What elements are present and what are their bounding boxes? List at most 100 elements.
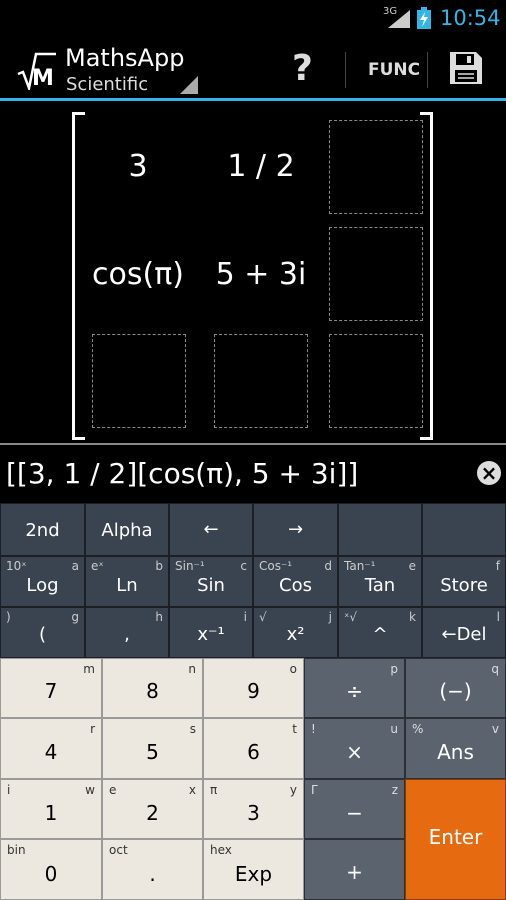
key-shift-label: )	[6, 610, 11, 624]
arrow-left-icon: ←	[203, 519, 219, 540]
key-alpha-label: a	[71, 559, 79, 573]
key-alpha-label: k	[409, 610, 416, 624]
key-7[interactable]: m 7	[0, 658, 102, 718]
key-blank-2[interactable]	[422, 503, 506, 556]
matrix-cell-r2c1[interactable]: cos(π)	[86, 228, 190, 320]
key-divide[interactable]: p ÷	[304, 658, 405, 718]
key-alpha-label: m	[83, 662, 95, 676]
app-title[interactable]: MathsApp	[65, 44, 184, 72]
arrow-right-icon: →	[287, 519, 304, 540]
key-label: 8	[146, 679, 159, 703]
app-logo-icon: M	[17, 52, 56, 90]
key-alpha-label: g	[71, 610, 79, 624]
input-line[interactable]: [[3, 1 / 2][cos(π), 5 + 3i]] ×	[0, 445, 506, 503]
key-alpha-label: x	[188, 783, 196, 797]
matrix-cell-r2c3[interactable]	[329, 227, 423, 321]
key-exp[interactable]: hex Exp	[203, 839, 304, 900]
signal-icon	[388, 10, 410, 28]
key-5[interactable]: s 5	[102, 718, 203, 779]
action-divider	[345, 52, 346, 88]
func-button[interactable]: FUNC	[368, 60, 420, 80]
key-label: 9	[247, 679, 260, 703]
key-cursor-right[interactable]: →	[253, 503, 338, 556]
key-0[interactable]: bin 0	[0, 839, 102, 900]
key-store[interactable]: f Store	[422, 556, 506, 607]
key-label: 6	[247, 740, 260, 764]
key-2[interactable]: e x 2	[102, 779, 203, 839]
key-shift-label: π	[210, 783, 218, 797]
key-shift-label: e	[109, 783, 117, 797]
key-multiply[interactable]: ! u ×	[304, 718, 405, 779]
key-enter[interactable]: Enter	[405, 779, 506, 900]
key-tan[interactable]: Tan⁻¹ e Tan	[338, 556, 422, 607]
key-label: 2nd	[25, 520, 60, 541]
key-negate[interactable]: q (−)	[405, 658, 506, 718]
matrix-cell-r1c2[interactable]: 1 / 2	[210, 120, 312, 212]
key-label: 1	[44, 801, 58, 825]
expression-text[interactable]: [[3, 1 / 2][cos(π), 5 + 3i]]	[6, 457, 358, 490]
key-alpha-label: s	[189, 722, 196, 736]
matrix-cell-r3c3[interactable]	[329, 334, 423, 428]
key-comma[interactable]: h ,	[85, 607, 169, 658]
key-2nd[interactable]: 2nd	[0, 503, 85, 556]
key-power[interactable]: ˣ√ k ^	[338, 607, 422, 658]
key-reciprocal[interactable]: i x⁻¹	[169, 607, 253, 658]
key-alpha-label: e	[408, 559, 416, 573]
key-label: Exp	[234, 862, 273, 886]
key-label: (	[38, 624, 47, 645]
key-label: ←Del	[441, 624, 487, 645]
key-blank-1[interactable]	[338, 503, 422, 556]
mode-selector[interactable]: Scientific	[66, 74, 148, 95]
key-label: x⁻¹	[197, 624, 225, 645]
key-shift-label: !	[311, 722, 316, 736]
matrix-cell-r1c3[interactable]	[329, 120, 423, 214]
key-label: Tan	[364, 575, 396, 596]
key-label: 4	[44, 740, 58, 764]
save-icon[interactable]	[448, 50, 484, 86]
key-shift-label: √	[259, 610, 267, 624]
matrix-cell-r2c2[interactable]: 5 + 3i	[208, 228, 314, 320]
key-square[interactable]: √ j x²	[253, 607, 338, 658]
help-button[interactable]: ?	[292, 48, 313, 89]
matrix-cell-r3c1[interactable]	[92, 334, 186, 428]
key-decimal[interactable]: oct .	[102, 839, 203, 900]
key-alpha-label: l	[496, 610, 500, 624]
key-label: Ans	[437, 740, 474, 764]
key-shift-label: ˣ√	[344, 610, 357, 624]
key-ans[interactable]: % v Ans	[405, 718, 506, 779]
key-8[interactable]: n 8	[102, 658, 203, 718]
key-sin[interactable]: Sin⁻¹ c Sin	[169, 556, 253, 607]
key-alpha-label: t	[292, 722, 297, 736]
key-1[interactable]: i w 1	[0, 779, 102, 839]
key-alpha[interactable]: Alpha	[85, 503, 169, 556]
key-shift-label: eˣ	[91, 559, 104, 573]
key-cursor-left[interactable]: ←	[169, 503, 253, 556]
key-6[interactable]: t 6	[203, 718, 304, 779]
key-alpha-label: p	[390, 662, 398, 676]
key-log[interactable]: 10ˣ a Log	[0, 556, 85, 607]
key-label: ÷	[346, 679, 363, 703]
clock: 10:54	[440, 6, 501, 30]
clear-icon[interactable]: ×	[477, 461, 501, 485]
key-alpha-label: b	[155, 559, 163, 573]
key-alpha-label: d	[324, 559, 332, 573]
key-plus[interactable]: +	[304, 839, 405, 900]
key-minus[interactable]: Γ z −	[304, 779, 405, 839]
key-4[interactable]: r 4	[0, 718, 102, 779]
key-alpha-label: z	[391, 783, 398, 797]
key-label: .	[149, 862, 156, 886]
matrix-cell-r1c1[interactable]: 3	[92, 120, 184, 212]
key-label: 3	[247, 801, 260, 825]
key-cos[interactable]: Cos⁻¹ d Cos	[253, 556, 338, 607]
key-label: ,	[124, 624, 130, 645]
key-alpha-label: u	[390, 722, 398, 736]
key-3[interactable]: π y 3	[203, 779, 304, 839]
key-label: 5	[146, 740, 159, 764]
matrix-cell-r3c2[interactable]	[214, 334, 308, 428]
key-shift-label: Γ	[311, 783, 318, 797]
key-alpha-label: n	[188, 662, 196, 676]
key-9[interactable]: o 9	[203, 658, 304, 718]
key-delete[interactable]: l ←Del	[422, 607, 506, 658]
key-open-paren[interactable]: ) g (	[0, 607, 85, 658]
key-ln[interactable]: eˣ b Ln	[85, 556, 169, 607]
